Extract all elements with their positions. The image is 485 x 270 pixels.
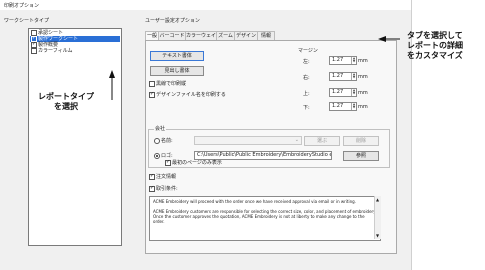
left-arrowhead-icon bbox=[109, 70, 115, 78]
right-callout-text: タブを選択して レポートの詳細 をカスタマイズ bbox=[407, 31, 463, 60]
left-callout-text: レポートタイプ を選択 bbox=[38, 92, 94, 111]
right-arrowhead-icon bbox=[378, 36, 386, 42]
